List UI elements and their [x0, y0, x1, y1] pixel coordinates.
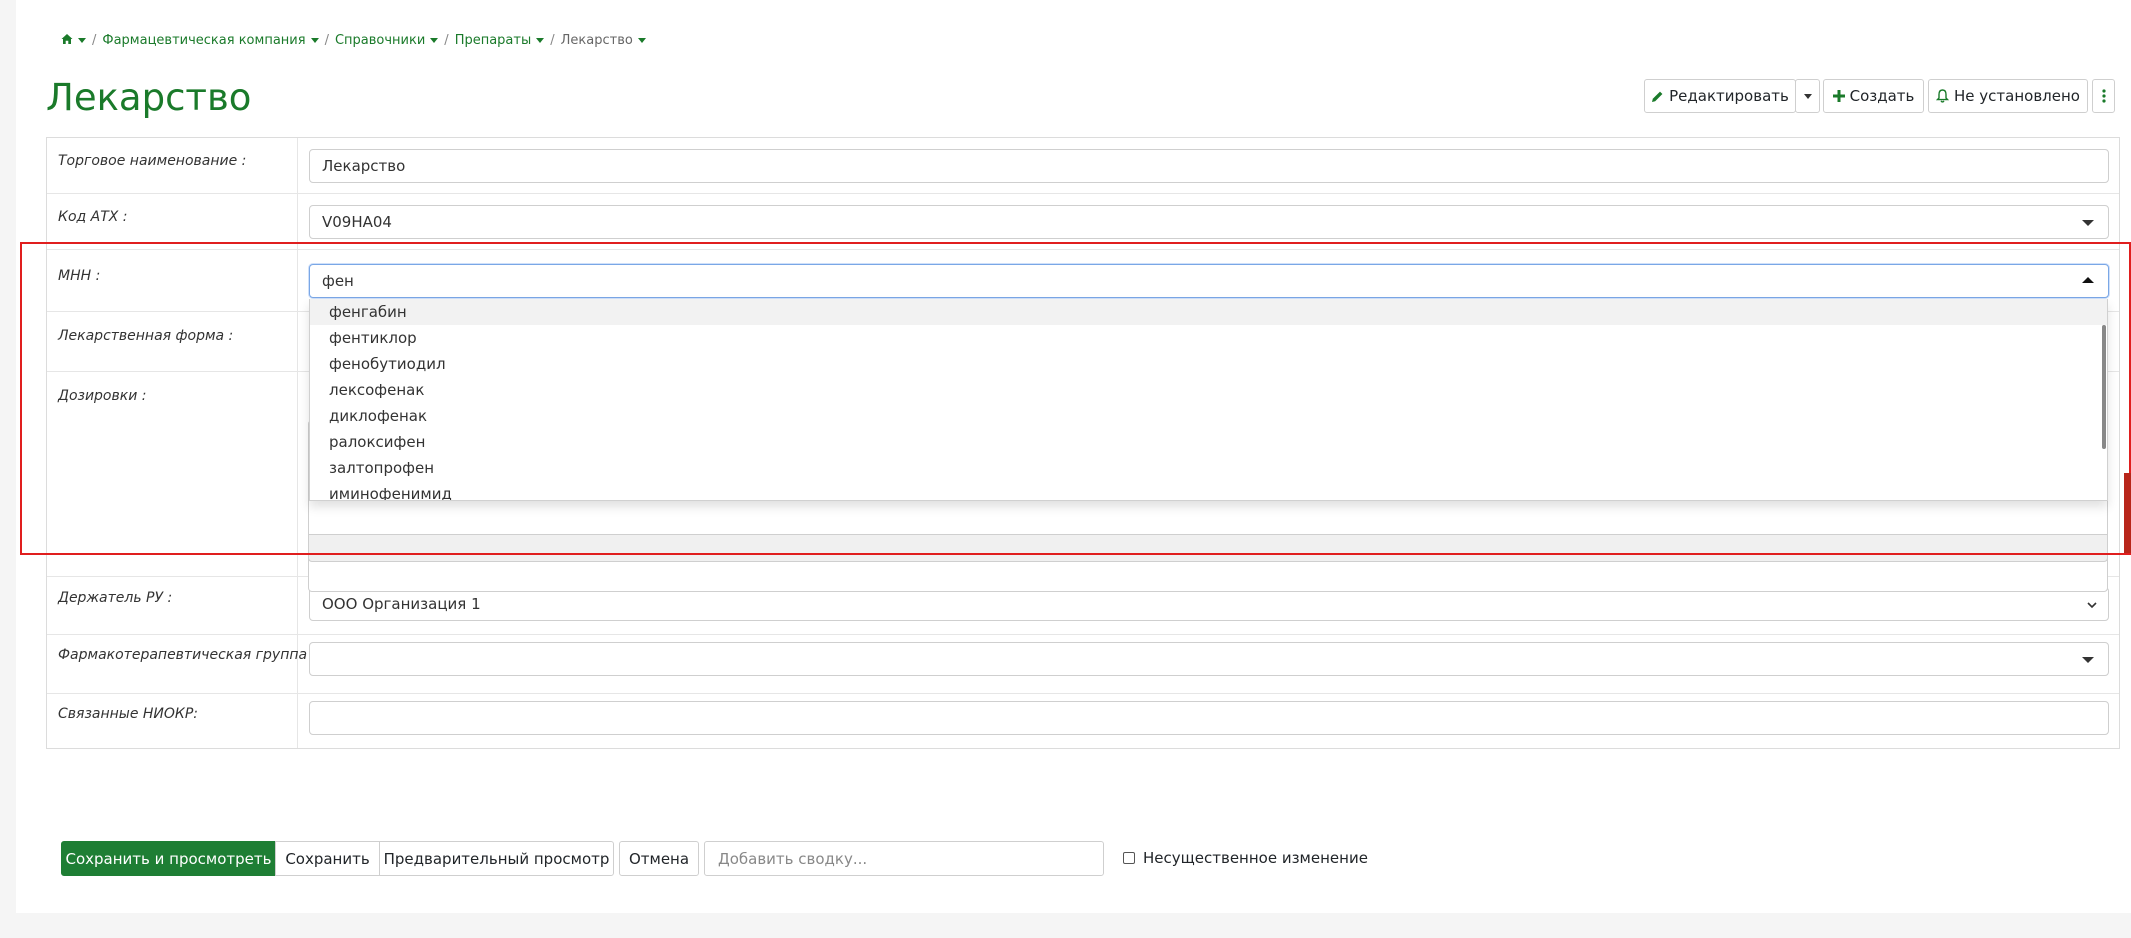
- trade-name-label: Торговое наименование :: [58, 153, 247, 169]
- dosage-form-label: Лекарственная форма :: [58, 328, 234, 344]
- dosages-label: Дозировки :: [58, 388, 147, 404]
- inn-search-input[interactable]: [322, 272, 2096, 290]
- chevron-down-icon: [536, 37, 545, 43]
- trade-name-input[interactable]: [309, 149, 2109, 183]
- inn-option[interactable]: лексофенак: [310, 377, 2107, 403]
- holder-select[interactable]: ООО Организация 1: [309, 587, 2109, 621]
- bell-icon: [1936, 89, 1950, 103]
- breadcrumb-home[interactable]: [61, 33, 86, 48]
- page-title: Лекарство: [46, 76, 252, 119]
- pharma-group-label: Фармакотерапевтическая группа :: [58, 647, 317, 663]
- holder-value: ООО Организация 1: [322, 595, 481, 613]
- side-feedback-tab[interactable]: [2124, 473, 2131, 553]
- inn-option[interactable]: фенгабин: [310, 299, 2107, 325]
- chevron-down-icon: [637, 37, 646, 43]
- pharma-group-select[interactable]: [309, 642, 2109, 676]
- chevron-down-icon: [310, 37, 319, 43]
- breadcrumb-current[interactable]: Лекарство: [561, 33, 646, 48]
- create-button[interactable]: Создать: [1823, 79, 1924, 113]
- related-rnd-label: Связанные НИОКР:: [58, 706, 199, 722]
- edit-button[interactable]: Редактировать: [1644, 79, 1796, 113]
- related-rnd-value[interactable]: [322, 709, 2096, 727]
- chevron-down-icon: [78, 37, 86, 43]
- caret-down-icon: [2082, 220, 2094, 226]
- plus-icon: [1832, 90, 1845, 102]
- dropdown-scrollbar[interactable]: [2102, 325, 2106, 449]
- home-icon: [61, 33, 73, 45]
- breadcrumb-item-drugs[interactable]: Препараты: [455, 33, 545, 48]
- summary-input[interactable]: [704, 841, 1104, 876]
- save-button[interactable]: Сохранить: [275, 841, 380, 876]
- inn-option[interactable]: диклофенак: [310, 403, 2107, 429]
- inn-combobox[interactable]: [309, 264, 2109, 298]
- more-options-button[interactable]: [2092, 79, 2115, 113]
- inn-option[interactable]: залтопрофен: [310, 455, 2107, 481]
- inn-option[interactable]: ралоксифен: [310, 429, 2107, 455]
- chevron-down-icon: [430, 37, 439, 43]
- inn-option[interactable]: иминофенимид: [310, 481, 2107, 500]
- watch-button[interactable]: Не установлено: [1928, 79, 2088, 113]
- save-and-view-button[interactable]: Сохранить и просмотреть: [61, 841, 276, 876]
- cancel-button[interactable]: Отмена: [619, 841, 699, 876]
- inn-dropdown-list[interactable]: фенгабин фентиклор фенобутиодил лексофен…: [309, 299, 2108, 501]
- holder-label: Держатель РУ :: [58, 590, 173, 606]
- summary-field[interactable]: [716, 848, 1092, 869]
- chevron-down-icon: [1803, 93, 1812, 99]
- vertical-dots-icon: [2101, 89, 2106, 103]
- trade-name-value[interactable]: [322, 157, 2096, 175]
- edit-dropdown-button[interactable]: [1795, 79, 1820, 113]
- atc-code-label: Код АТХ :: [58, 209, 128, 225]
- breadcrumb: / Фармацевтическая компания / Справочник…: [61, 30, 646, 50]
- caret-down-icon: [2082, 657, 2094, 663]
- inn-option[interactable]: фенобутиодил: [310, 351, 2107, 377]
- related-rnd-input[interactable]: [309, 701, 2109, 735]
- atc-code-select[interactable]: V09HA04: [309, 205, 2109, 239]
- breadcrumb-item-company[interactable]: Фармацевтическая компания: [102, 33, 319, 48]
- inn-label: МНН :: [58, 268, 101, 284]
- dosages-editor-statusbar: [308, 534, 2108, 562]
- pencil-icon: [1651, 90, 1664, 103]
- minor-change-checkbox[interactable]: Несущественное изменение: [1123, 848, 1368, 868]
- minor-change-label: Несущественное изменение: [1143, 849, 1368, 867]
- checkbox-icon[interactable]: [1123, 852, 1135, 864]
- atc-code-value: V09HA04: [322, 213, 392, 231]
- preview-button[interactable]: Предварительный просмотр: [379, 841, 614, 876]
- inn-option[interactable]: фентиклор: [310, 325, 2107, 351]
- breadcrumb-item-references[interactable]: Справочники: [335, 33, 439, 48]
- caret-up-icon[interactable]: [2082, 277, 2094, 283]
- chevron-down-icon: [2086, 599, 2098, 611]
